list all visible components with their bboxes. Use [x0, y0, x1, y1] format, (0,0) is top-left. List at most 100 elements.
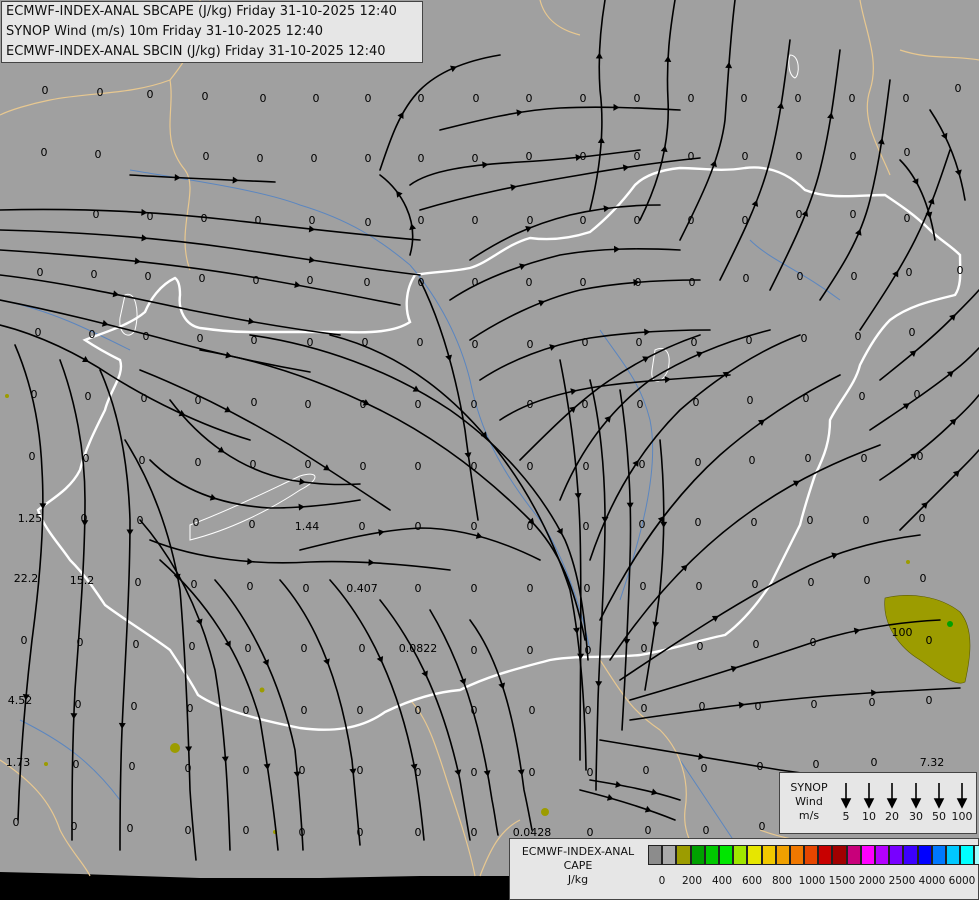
cin-value-label: 0	[31, 388, 38, 401]
cin-value-label: 0	[753, 638, 760, 651]
cin-value-label: 0	[471, 582, 478, 595]
cape-scale-tick: 1000	[798, 875, 826, 887]
cape-legend-label: ECMWF-INDEX-ANAL CAPE J/kg	[521, 845, 635, 886]
cin-value-label: 0	[742, 214, 749, 227]
cin-value-label: 0	[755, 700, 762, 713]
cape-scale-ticks: 0 200 400 600 800 1000 1500 2000 2500 4000 6000	[648, 875, 978, 889]
cin-value-label: 0	[364, 276, 371, 289]
cin-value-label: 0	[365, 152, 372, 165]
cin-value-label: 0	[41, 146, 48, 159]
cin-value-label: 0	[696, 580, 703, 593]
cin-value-label: 0	[861, 452, 868, 465]
cin-value-label: 0	[37, 266, 44, 279]
cin-value-label: 0	[909, 326, 916, 339]
cin-value-label: 0	[859, 390, 866, 403]
cin-value-label: 0	[746, 334, 753, 347]
cin-value-label: 0	[527, 582, 534, 595]
cin-value-label: 0	[582, 398, 589, 411]
cape-color-scale	[648, 845, 979, 865]
cape-color-swatch	[733, 845, 748, 865]
cin-value-label: 0	[193, 516, 200, 529]
cape-legend: ECMWF-INDEX-ANAL CAPE J/kg 0 200 400 600 800…	[509, 838, 979, 900]
cape-color-swatch	[718, 845, 734, 865]
cin-value-label: 0	[580, 214, 587, 227]
arrow-icon	[863, 798, 875, 809]
cin-value-label: 0	[695, 456, 702, 469]
cin-value-label: 0	[639, 458, 646, 471]
cin-value-label: 0	[742, 150, 749, 163]
cin-value-label: 0	[527, 460, 534, 473]
cin-value-label: 0	[527, 338, 534, 351]
cin-value-label: 0	[250, 458, 257, 471]
cin-value-label: 0	[243, 764, 250, 777]
cin-value-label: 0	[527, 644, 534, 657]
cin-value-label: 100	[892, 626, 913, 639]
cin-value-label: 0	[243, 704, 250, 717]
cin-value-label: 0	[415, 704, 422, 717]
cin-value-label: 0	[743, 272, 750, 285]
cin-value-label: 0	[645, 824, 652, 837]
title-line-cin: ECMWF-INDEX-ANAL SBCIN (J/kg) Friday 31-…	[6, 44, 386, 59]
cin-value-label: 0	[131, 700, 138, 713]
cin-value-label: 0	[91, 268, 98, 281]
cape-color-swatch	[832, 845, 847, 865]
cin-value-label: 0	[688, 92, 695, 105]
cin-value-label: 0	[904, 212, 911, 225]
cin-value-label: 0	[251, 396, 258, 409]
cin-value-label: 7.32	[920, 756, 945, 769]
cape-color-swatch	[789, 845, 805, 865]
cin-value-label: 0	[749, 454, 756, 467]
cin-value-label: 0	[796, 208, 803, 221]
cin-value-label: 0	[807, 514, 814, 527]
cin-value-label: 0	[365, 216, 372, 229]
cin-value-label: 0	[471, 766, 478, 779]
cin-value-label: 0	[795, 92, 802, 105]
cin-value-label: 0	[691, 336, 698, 349]
cin-value-label: 0	[472, 214, 479, 227]
cin-value-label: 0	[245, 642, 252, 655]
cin-value-label: 0	[641, 642, 648, 655]
cin-value-label: 1.73	[6, 756, 31, 769]
cin-value-label: 0	[415, 826, 422, 839]
cin-value-label: 0	[810, 636, 817, 649]
cin-value-label: 0	[360, 398, 367, 411]
wind-legend-label: SYNOP Wind m/s	[790, 781, 828, 822]
cin-value-label: 0	[634, 92, 641, 105]
cin-value-label: 1.44	[295, 520, 320, 533]
cin-value-label: 0	[688, 214, 695, 227]
weather-map: 0 0 0 0 0 0 0 0 0 0 0 0 0 0 0 0 0 0 0 0 0 0 0 0 0 0 0 0 0 0 0 0 0 0 0 0 0 0 0 0…	[0, 0, 979, 900]
cin-value-label: 0	[796, 150, 803, 163]
cin-value-label: 0	[247, 580, 254, 593]
cin-value-label: 0	[471, 398, 478, 411]
cin-value-label: 0	[83, 452, 90, 465]
cin-value-label: 0	[641, 702, 648, 715]
cin-value-label: 0	[260, 92, 267, 105]
cin-value-label: 0	[529, 704, 536, 717]
cape-color-swatch	[960, 845, 975, 865]
cin-value-label: 0	[471, 826, 478, 839]
cin-value-label: 0	[301, 704, 308, 717]
cin-value-label: 0	[871, 756, 878, 769]
cin-value-label: 0	[415, 398, 422, 411]
cin-value-label: 0	[473, 92, 480, 105]
cin-value-label: 0	[42, 84, 49, 97]
cin-value-label: 0	[585, 644, 592, 657]
map-background	[0, 0, 979, 900]
cin-value-label: 0	[472, 152, 479, 165]
cin-value-label: 0	[582, 336, 589, 349]
cin-value-label: 0	[919, 512, 926, 525]
cin-value-label: 0	[850, 208, 857, 221]
cin-value-label: 0	[904, 146, 911, 159]
cin-value-label: 0	[418, 152, 425, 165]
cin-value-label: 0	[201, 212, 208, 225]
cin-value-label: 0	[811, 698, 818, 711]
cin-value-label: 0	[415, 582, 422, 595]
cin-value-label: 0	[137, 514, 144, 527]
cin-value-label: 0	[141, 392, 148, 405]
cin-value-label: 0	[688, 150, 695, 163]
arrow-icon	[840, 798, 852, 809]
cin-value-label: 0	[808, 576, 815, 589]
cin-value-label: 0	[313, 92, 320, 105]
cin-value-label: 0	[418, 276, 425, 289]
cin-value-label: 0	[71, 820, 78, 833]
